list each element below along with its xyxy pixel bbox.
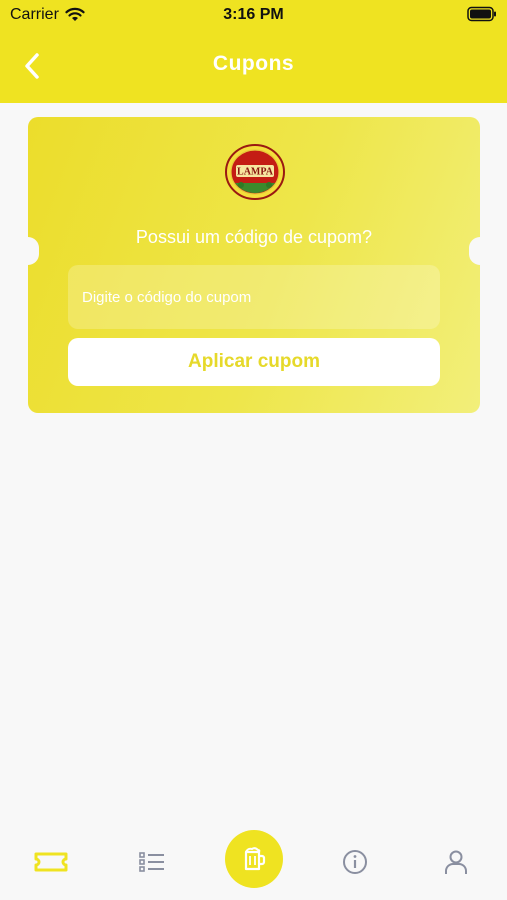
user-icon bbox=[445, 850, 467, 874]
tab-profile[interactable] bbox=[436, 842, 476, 882]
tab-coupons[interactable] bbox=[31, 842, 71, 882]
bottom-tab-bar bbox=[0, 820, 507, 900]
app-header: Carrier 3:16 PM Cupons bbox=[0, 0, 507, 103]
logo-text: LAMPA bbox=[237, 167, 274, 178]
coupon-prompt: Possui um código de cupom? bbox=[135, 227, 373, 247]
apply-coupon-button[interactable]: Aplicar cupom bbox=[68, 338, 440, 386]
tab-beer[interactable] bbox=[225, 830, 283, 888]
status-bar: Carrier 3:16 PM bbox=[0, 0, 507, 30]
nav-bar: Cupons bbox=[0, 40, 507, 94]
beer-mug-icon bbox=[244, 847, 266, 871]
lampa-logo: LAMPA bbox=[225, 144, 285, 200]
info-icon bbox=[343, 850, 367, 874]
battery-icon bbox=[467, 6, 496, 22]
page-title: Cupons bbox=[212, 52, 295, 75]
ticket-icon bbox=[34, 852, 68, 872]
coupon-card: LAMPA Possui um código de cupom? Aplicar… bbox=[17, 117, 491, 413]
tab-info[interactable] bbox=[335, 842, 375, 882]
coupon-code-input[interactable] bbox=[68, 265, 440, 329]
list-icon bbox=[139, 852, 164, 872]
tab-list[interactable] bbox=[132, 842, 172, 882]
status-time: 3:16 PM bbox=[223, 6, 284, 23]
